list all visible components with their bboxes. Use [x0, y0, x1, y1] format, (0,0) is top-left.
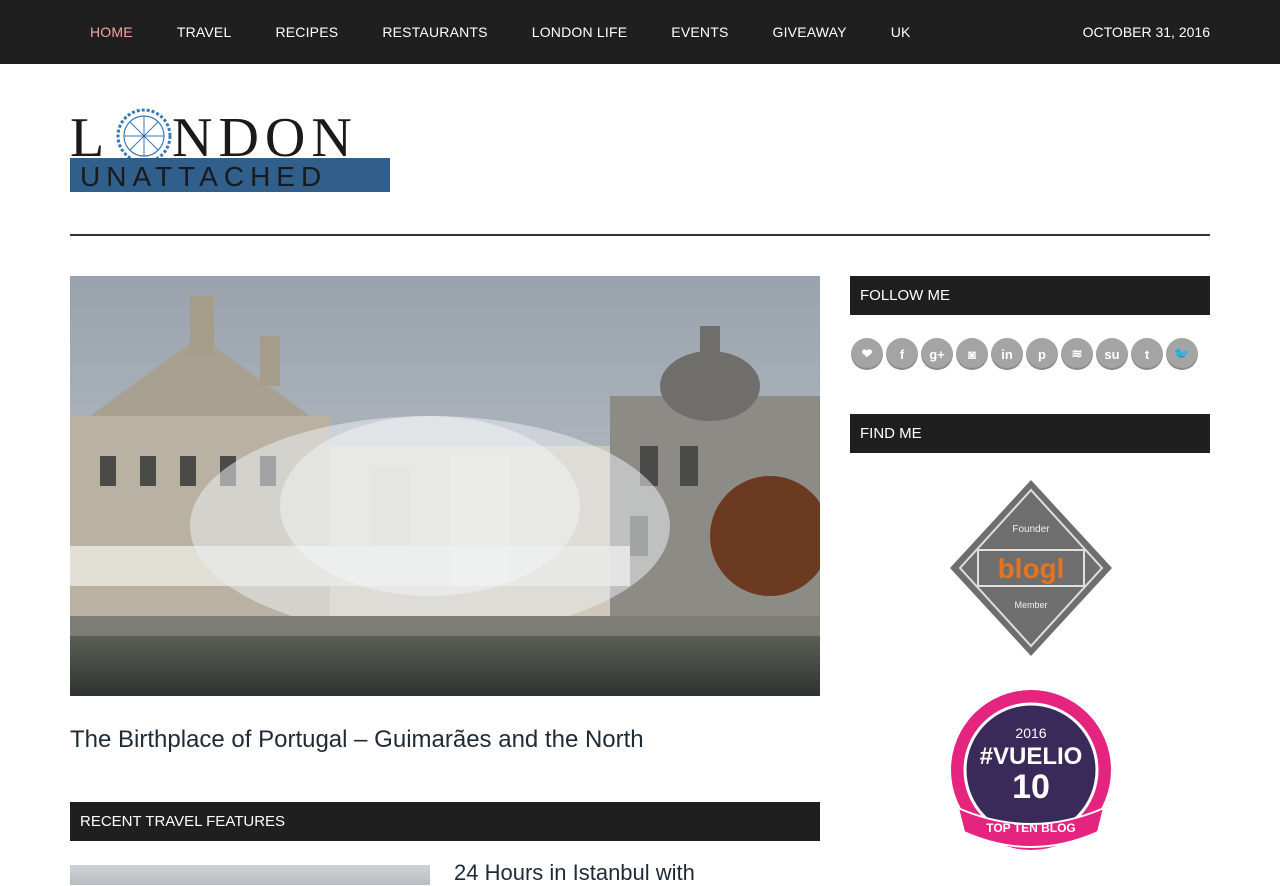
- svg-text:10: 10: [1012, 768, 1050, 806]
- svg-text:Member: Member: [1014, 600, 1047, 610]
- bloglovin-heart-icon[interactable]: ❤: [851, 338, 883, 370]
- follow-me-heading: FOLLOW ME: [850, 276, 1210, 315]
- facebook-icon[interactable]: f: [886, 338, 918, 370]
- nav-item-uk[interactable]: UK: [891, 24, 911, 40]
- blogl-founder-badge[interactable]: Founder blogl Member: [948, 480, 1114, 661]
- nav-item-restaurants[interactable]: RESTAURANTS: [382, 24, 487, 40]
- nav-item-home[interactable]: HOME: [90, 24, 133, 40]
- vuelio-top-ten-badge[interactable]: 2016 #VUELIO 10 TOP TEN BLOG: [948, 690, 1114, 861]
- nav-item-london-life[interactable]: LONDON LIFE: [532, 24, 628, 40]
- find-me-heading: FIND ME: [850, 414, 1210, 453]
- main-menu: HOME TRAVEL RECIPES RESTAURANTS LONDON L…: [90, 0, 955, 64]
- svg-text:blogl: blogl: [998, 553, 1065, 584]
- stumbleupon-icon[interactable]: su: [1096, 338, 1128, 370]
- ferris-wheel-icon: [116, 108, 172, 164]
- pinterest-icon[interactable]: p: [1026, 338, 1058, 370]
- instagram-icon[interactable]: ◙: [956, 338, 988, 370]
- rss-icon[interactable]: ≋: [1061, 338, 1093, 370]
- current-date: OCTOBER 31, 2016: [1082, 24, 1210, 40]
- site-logo[interactable]: L NDON UNATTACHED: [70, 102, 450, 208]
- google-plus-icon[interactable]: g+: [921, 338, 953, 370]
- nav-item-travel[interactable]: TRAVEL: [177, 24, 232, 40]
- logo-text-unattached: UNATTACHED: [80, 161, 327, 192]
- top-navigation: HOME TRAVEL RECIPES RESTAURANTS LONDON L…: [0, 0, 1280, 64]
- social-icons: ❤ f g+ ◙ in p ≋ su t 🐦: [851, 338, 1201, 370]
- featured-post-title[interactable]: The Birthplace of Portugal – Guimarães a…: [70, 726, 820, 754]
- svg-text:#VUELIO: #VUELIO: [980, 743, 1083, 770]
- header-divider: [70, 234, 1210, 236]
- featured-post-image[interactable]: [70, 276, 820, 696]
- svg-text:2016: 2016: [1015, 725, 1046, 741]
- linkedin-icon[interactable]: in: [991, 338, 1023, 370]
- svg-text:Founder: Founder: [1012, 524, 1050, 535]
- nav-item-giveaway[interactable]: GIVEAWAY: [773, 24, 847, 40]
- twitter-icon[interactable]: 🐦: [1166, 338, 1198, 370]
- nav-item-events[interactable]: EVENTS: [671, 24, 728, 40]
- recent-post-thumbnail[interactable]: [70, 865, 430, 885]
- tumblr-icon[interactable]: t: [1131, 338, 1163, 370]
- recent-travel-heading: RECENT TRAVEL FEATURES: [70, 802, 820, 841]
- recent-post-title[interactable]: 24 Hours in Istanbul with: [454, 860, 695, 886]
- svg-text:TOP TEN BLOG: TOP TEN BLOG: [986, 821, 1076, 835]
- nav-item-recipes[interactable]: RECIPES: [275, 24, 338, 40]
